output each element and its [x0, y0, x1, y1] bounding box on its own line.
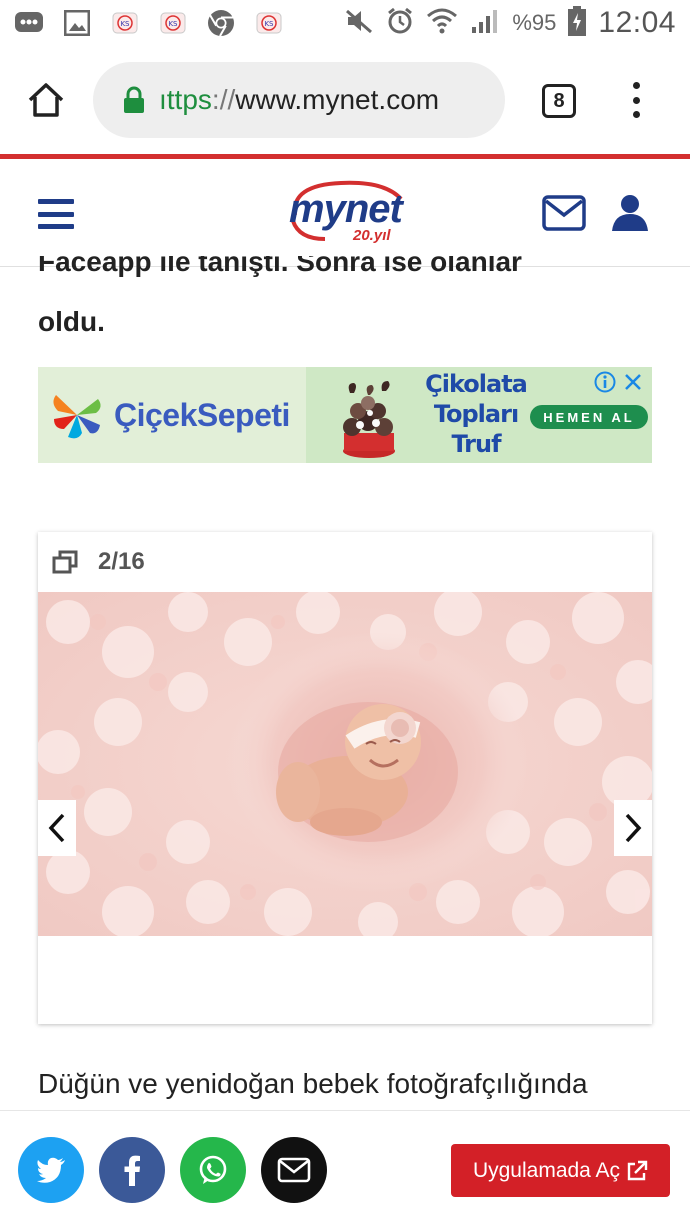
user-icon[interactable] [610, 193, 650, 231]
site-header: mynet 20.yıl [0, 159, 690, 267]
external-link-icon [627, 1160, 648, 1180]
gallery-icon [52, 550, 78, 574]
envelope-icon[interactable] [542, 195, 586, 231]
facebook-icon [124, 1155, 140, 1186]
whatsapp-share-button[interactable] [180, 1137, 246, 1203]
mute-icon [344, 8, 374, 39]
svg-text:KS: KS [120, 20, 130, 28]
wifi-icon [426, 7, 458, 40]
email-share-button[interactable] [261, 1137, 327, 1203]
image-notification-icon [62, 8, 92, 38]
mynet-logo[interactable]: mynet 20.yıl [285, 177, 415, 247]
gallery-prev-button[interactable] [38, 800, 76, 856]
photo-gallery: 2/16 [38, 532, 652, 1024]
browser-toolbar: ıttps://www.mynet.com 8 [0, 46, 690, 154]
ad-copy-line: Topları [433, 400, 519, 428]
system-icons: %95 12:04 [344, 5, 676, 41]
article-text-line: oldu. [38, 306, 105, 337]
twitter-icon [37, 1157, 65, 1183]
url-separator: :// [211, 84, 236, 115]
alarm-icon [386, 7, 414, 40]
svg-text:KS: KS [168, 20, 178, 28]
notification-icons: KS KS KS [14, 8, 284, 38]
ad-info-icon[interactable] [594, 371, 616, 393]
hamburger-menu-icon[interactable] [38, 199, 74, 229]
gallery-header: 2/16 [38, 532, 652, 592]
ciceksepeti-logo-icon [53, 395, 101, 439]
chat-notification-icon [14, 8, 44, 38]
envelope-icon [277, 1157, 311, 1183]
app-notification-icon: KS [158, 8, 188, 38]
ad-copy-line: Truf Buketi [436, 430, 518, 463]
chocolate-bouquet-image [343, 381, 395, 458]
battery-percent: %95 [512, 10, 557, 35]
signal-icon [470, 7, 500, 40]
app-notification-icon: KS [110, 8, 140, 38]
battery-charging-icon [568, 5, 587, 41]
url-host: www.mynet.com [235, 84, 440, 115]
ad-brand-area: ÇiçekSepeti [38, 367, 306, 463]
open-in-app-label: Uygulamada Aç [472, 1158, 621, 1182]
home-button[interactable] [26, 80, 66, 120]
app-notification-icon: KS [254, 8, 284, 38]
whatsapp-icon [199, 1155, 227, 1184]
article-text-line: Düğün ve yenidoğan bebek fotoğrafçılığın… [38, 1068, 588, 1099]
url-text[interactable]: ıttps://www.mynet.com [159, 84, 439, 116]
chevron-right-icon [625, 813, 642, 843]
ad-cta-button[interactable]: HEMEN AL [530, 405, 648, 429]
browser-menu-button[interactable] [626, 80, 646, 120]
article-text-cut: Faceapp ile tanıştı. Sonra ise olanlar [38, 256, 658, 292]
lock-icon [124, 86, 144, 113]
logo-wordmark: mynet [289, 187, 403, 231]
ad-copy-line: Çikolata [425, 370, 528, 398]
status-bar: KS KS KS %95 12:04 [0, 0, 690, 46]
newborn-photo-image [38, 592, 652, 936]
tab-switcher-button[interactable]: 8 [542, 84, 576, 118]
logo-anniversary: 20.yıl [353, 227, 391, 244]
open-in-app-button[interactable]: Uygulamada Aç [451, 1144, 670, 1197]
gallery-counter: 2/16 [98, 548, 145, 575]
chevron-left-icon [48, 813, 65, 843]
facebook-share-button[interactable] [99, 1137, 165, 1203]
gallery-photo[interactable] [38, 592, 652, 936]
chrome-notification-icon [206, 8, 236, 38]
ad-banner[interactable]: ÇiçekSepeti Çikolata Topları Truf Buketi… [38, 367, 652, 463]
ad-close-icon[interactable] [622, 371, 644, 393]
url-scheme: ıttps [159, 84, 212, 115]
clock: 12:04 [598, 6, 676, 39]
ad-copy: Çikolata Topları Truf Buketi [416, 369, 536, 463]
twitter-share-button[interactable] [18, 1137, 84, 1203]
gallery-next-button[interactable] [614, 800, 652, 856]
ad-brand-name: ÇiçekSepeti [114, 396, 290, 433]
bottom-share-bar: Uygulamada Aç [0, 1110, 690, 1227]
svg-text:KS: KS [264, 20, 274, 28]
address-bar[interactable]: ıttps://www.mynet.com [93, 62, 505, 138]
article-text-line: Faceapp ile tanıştı. Sonra ise olanlar [38, 256, 522, 277]
